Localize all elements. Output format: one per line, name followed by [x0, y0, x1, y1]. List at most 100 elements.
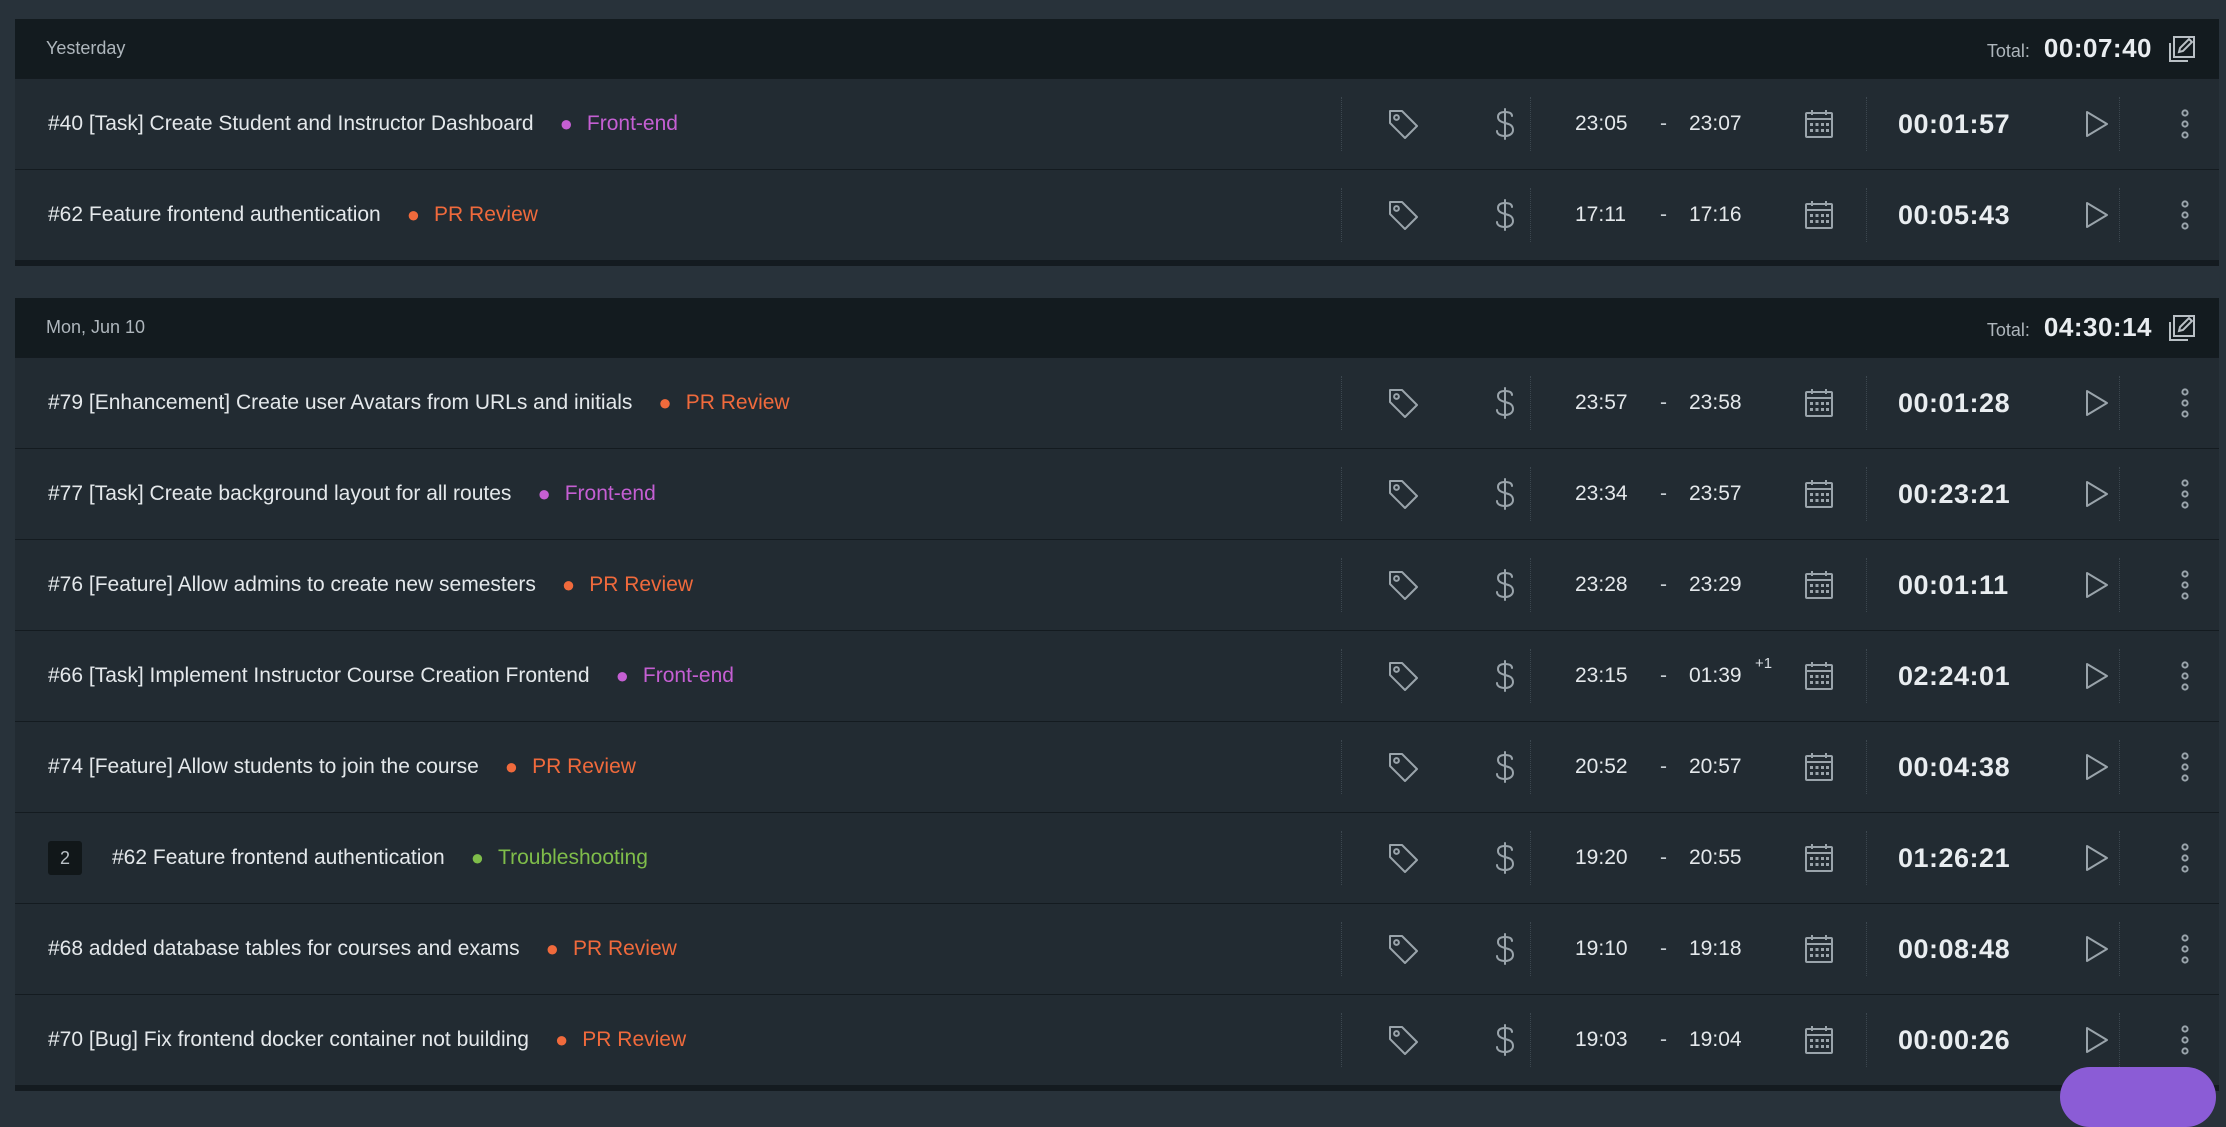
more-vertical-icon[interactable] [2167, 840, 2203, 876]
floating-action-button[interactable] [2060, 1067, 2216, 1127]
project-label[interactable]: Front-end [565, 482, 656, 506]
calendar-icon[interactable] [1801, 1022, 1837, 1058]
end-time[interactable]: 20:57 [1689, 755, 1742, 779]
dollar-icon[interactable] [1487, 567, 1523, 603]
project-label[interactable]: PR Review [532, 755, 636, 779]
bulk-edit-icon[interactable] [2166, 312, 2198, 344]
calendar-icon[interactable] [1801, 658, 1837, 694]
project-label[interactable]: Troubleshooting [498, 846, 648, 870]
dollar-icon[interactable] [1487, 106, 1523, 142]
start-time[interactable]: 23:57 [1575, 391, 1628, 415]
entry-description[interactable]: #40 [Task] Create Student and Instructor… [48, 112, 534, 136]
calendar-icon[interactable] [1801, 385, 1837, 421]
play-icon[interactable] [2078, 106, 2114, 142]
end-time[interactable]: 23:29 [1689, 573, 1742, 597]
entry-duration[interactable]: 02:24:01 [1898, 661, 2010, 692]
more-vertical-icon[interactable] [2167, 197, 2203, 233]
end-time[interactable]: 19:18 [1689, 937, 1742, 961]
dollar-icon[interactable] [1487, 476, 1523, 512]
calendar-icon[interactable] [1801, 197, 1837, 233]
dollar-icon[interactable] [1487, 840, 1523, 876]
tag-icon[interactable] [1385, 749, 1421, 785]
more-vertical-icon[interactable] [2167, 385, 2203, 421]
more-vertical-icon[interactable] [2167, 658, 2203, 694]
more-vertical-icon[interactable] [2167, 476, 2203, 512]
start-time[interactable]: 23:34 [1575, 482, 1628, 506]
play-icon[interactable] [2078, 840, 2114, 876]
entry-duration[interactable]: 00:01:28 [1898, 388, 2010, 419]
tag-icon[interactable] [1385, 476, 1421, 512]
entry-description[interactable]: #74 [Feature] Allow students to join the… [48, 755, 479, 779]
tag-icon[interactable] [1385, 931, 1421, 967]
start-time[interactable]: 23:05 [1575, 112, 1628, 136]
bulk-edit-icon[interactable] [2166, 33, 2198, 65]
play-icon[interactable] [2078, 476, 2114, 512]
start-time[interactable]: 23:28 [1575, 573, 1628, 597]
more-vertical-icon[interactable] [2167, 749, 2203, 785]
dollar-icon[interactable] [1487, 197, 1523, 233]
dollar-icon[interactable] [1487, 749, 1523, 785]
tag-icon[interactable] [1385, 197, 1421, 233]
calendar-icon[interactable] [1801, 749, 1837, 785]
entry-description[interactable]: #76 [Feature] Allow admins to create new… [48, 573, 536, 597]
project-label[interactable]: PR Review [686, 391, 790, 415]
calendar-icon[interactable] [1801, 106, 1837, 142]
dollar-icon[interactable] [1487, 658, 1523, 694]
entry-duration[interactable]: 00:01:11 [1898, 570, 2009, 601]
entry-description[interactable]: #66 [Task] Implement Instructor Course C… [48, 664, 590, 688]
entry-duration[interactable]: 00:23:21 [1898, 479, 2010, 510]
project-label[interactable]: PR Review [434, 203, 538, 227]
grouped-entries-count[interactable]: 2 [48, 841, 82, 875]
calendar-icon[interactable] [1801, 476, 1837, 512]
project-label[interactable]: Front-end [643, 664, 734, 688]
start-time[interactable]: 23:15 [1575, 664, 1628, 688]
end-time[interactable]: 20:55 [1689, 846, 1742, 870]
tag-icon[interactable] [1385, 567, 1421, 603]
play-icon[interactable] [2078, 567, 2114, 603]
entry-duration[interactable]: 00:04:38 [1898, 752, 2010, 783]
tag-icon[interactable] [1385, 1022, 1421, 1058]
play-icon[interactable] [2078, 1022, 2114, 1058]
calendar-icon[interactable] [1801, 840, 1837, 876]
entry-duration[interactable]: 00:05:43 [1898, 200, 2010, 231]
dollar-icon[interactable] [1487, 385, 1523, 421]
start-time[interactable]: 19:20 [1575, 846, 1628, 870]
start-time[interactable]: 19:10 [1575, 937, 1628, 961]
end-time[interactable]: 23:58 [1689, 391, 1742, 415]
project-label[interactable]: Front-end [587, 112, 678, 136]
project-label[interactable]: PR Review [582, 1028, 686, 1052]
start-time[interactable]: 19:03 [1575, 1028, 1628, 1052]
entry-description[interactable]: #70 [Bug] Fix frontend docker container … [48, 1028, 529, 1052]
play-icon[interactable] [2078, 749, 2114, 785]
tag-icon[interactable] [1385, 840, 1421, 876]
tag-icon[interactable] [1385, 658, 1421, 694]
entry-duration[interactable]: 00:08:48 [1898, 934, 2010, 965]
end-time[interactable]: 17:16 [1689, 203, 1742, 227]
calendar-icon[interactable] [1801, 567, 1837, 603]
entry-description[interactable]: #68 added database tables for courses an… [48, 937, 520, 961]
entry-description[interactable]: #77 [Task] Create background layout for … [48, 482, 511, 506]
more-vertical-icon[interactable] [2167, 931, 2203, 967]
tag-icon[interactable] [1385, 106, 1421, 142]
dollar-icon[interactable] [1487, 1022, 1523, 1058]
play-icon[interactable] [2078, 931, 2114, 967]
calendar-icon[interactable] [1801, 931, 1837, 967]
more-vertical-icon[interactable] [2167, 567, 2203, 603]
more-vertical-icon[interactable] [2167, 106, 2203, 142]
more-vertical-icon[interactable] [2167, 1022, 2203, 1058]
start-time[interactable]: 20:52 [1575, 755, 1628, 779]
tag-icon[interactable] [1385, 385, 1421, 421]
start-time[interactable]: 17:11 [1575, 203, 1626, 227]
entry-duration[interactable]: 01:26:21 [1898, 843, 2010, 874]
play-icon[interactable] [2078, 658, 2114, 694]
end-time[interactable]: 23:57 [1689, 482, 1742, 506]
end-time[interactable]: 19:04 [1689, 1028, 1742, 1052]
project-label[interactable]: PR Review [573, 937, 677, 961]
end-time[interactable]: 01:39 [1689, 664, 1742, 688]
dollar-icon[interactable] [1487, 931, 1523, 967]
entry-description[interactable]: #79 [Enhancement] Create user Avatars fr… [48, 391, 632, 415]
play-icon[interactable] [2078, 197, 2114, 233]
project-label[interactable]: PR Review [589, 573, 693, 597]
entry-duration[interactable]: 00:00:26 [1898, 1025, 2010, 1056]
entry-description[interactable]: #62 Feature frontend authentication [48, 203, 381, 227]
